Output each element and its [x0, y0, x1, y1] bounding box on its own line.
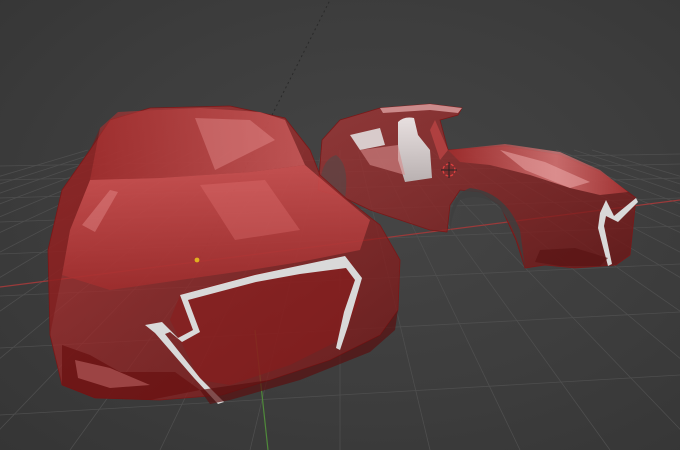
object-origin-dot[interactable] — [194, 257, 200, 263]
3d-viewport[interactable] — [0, 0, 680, 450]
viewport-scene[interactable] — [0, 0, 680, 450]
